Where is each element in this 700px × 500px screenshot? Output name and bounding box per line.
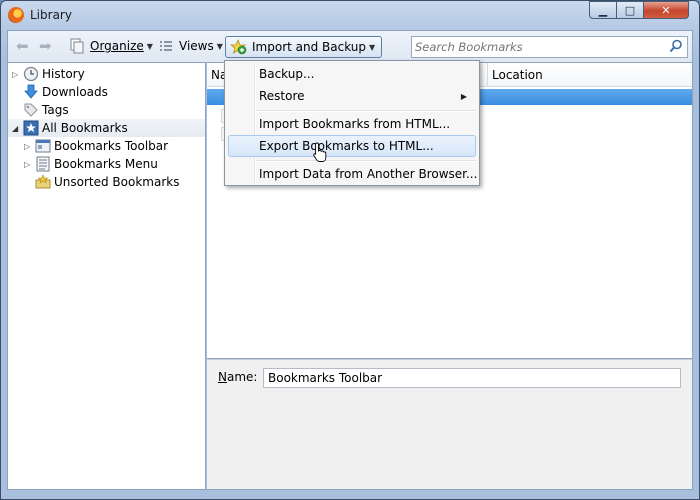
search-icon[interactable] — [669, 39, 683, 53]
forward-arrow-icon: ➡ — [39, 37, 52, 55]
import-dropdown-icon: ▼ — [369, 42, 376, 52]
import-and-backup-button[interactable]: Import and Backup ▼ — [225, 36, 383, 58]
menu-item-label: Restore — [259, 89, 305, 103]
menu-item-backup[interactable]: Backup... — [228, 63, 476, 85]
back-button[interactable]: ⬅ — [16, 31, 29, 61]
views-dropdown-icon: ▼ — [216, 41, 223, 51]
name-label-rest: ame: — [226, 370, 258, 384]
menu-item-export-bookmarks-html[interactable]: Export Bookmarks to HTML... — [228, 135, 476, 157]
bookmarks-toolbar-icon — [35, 139, 51, 153]
menu-item-label: Import Bookmarks from HTML... — [259, 117, 451, 131]
menu-item-label: Export Bookmarks to HTML... — [259, 139, 434, 153]
tree-item-label: All Bookmarks — [42, 121, 128, 135]
tree-item-all-bookmarks[interactable]: ◢ All Bookmarks — [8, 119, 205, 137]
tree-item-label: Bookmarks Toolbar — [54, 139, 169, 153]
import-and-backup-menu: Backup... Restore ▶ Import Bookmarks fro… — [224, 60, 480, 186]
tree-item-downloads[interactable]: Downloads — [8, 83, 205, 101]
expand-twisty-icon[interactable]: ▷ — [12, 70, 21, 79]
organize-pages-icon — [70, 38, 84, 54]
unsorted-bookmarks-icon — [35, 174, 51, 189]
tree-item-label: Unsorted Bookmarks — [54, 175, 180, 189]
expand-twisty-icon[interactable]: ▷ — [24, 160, 33, 169]
expand-twisty-icon[interactable]: ▷ — [24, 142, 33, 151]
library-toolbar: ⬅ ➡ Organize ▼ Views ▼ Import and Backup… — [7, 30, 693, 62]
views-list-icon — [160, 41, 172, 51]
tree-item-bookmarks-menu[interactable]: ▷ Bookmarks Menu — [8, 155, 205, 173]
search-box[interactable] — [411, 36, 688, 58]
tree-item-bookmarks-toolbar[interactable]: ▷ Bookmarks Toolbar — [8, 137, 205, 155]
menu-item-label: Import Data from Another Browser... — [259, 167, 478, 181]
maximize-button[interactable]: □ — [616, 1, 644, 19]
tree-item-label: Bookmarks Menu — [54, 157, 158, 171]
minimize-button[interactable]: ▁ — [589, 1, 617, 19]
menu-item-import-bookmarks-html[interactable]: Import Bookmarks from HTML... — [228, 113, 476, 135]
import-and-backup-label: Import and Backup — [252, 40, 367, 54]
tree-item-history[interactable]: ▷ History — [8, 65, 205, 83]
title-bar[interactable]: Library ▁ □ ✕ — [0, 0, 700, 30]
organize-menu-button[interactable]: Organize ▼ — [69, 31, 153, 61]
tree-item-label: Tags — [42, 103, 69, 117]
collapse-twisty-icon[interactable]: ◢ — [12, 124, 21, 133]
hand-pointer-cursor-icon — [313, 142, 327, 162]
menu-separator — [257, 160, 475, 162]
submenu-arrow-icon: ▶ — [460, 91, 467, 101]
window-title: Library — [30, 8, 72, 22]
column-header-location[interactable]: Location — [488, 63, 692, 87]
menu-separator — [257, 110, 475, 112]
organize-label: Organize — [90, 39, 144, 53]
name-field-label: Name: — [218, 370, 258, 384]
menu-item-restore[interactable]: Restore ▶ — [228, 85, 476, 107]
back-arrow-icon: ⬅ — [16, 37, 29, 55]
firefox-app-icon[interactable] — [8, 7, 24, 23]
close-button[interactable]: ✕ — [643, 1, 689, 19]
download-arrow-icon — [24, 84, 38, 99]
forward-button[interactable]: ➡ — [39, 31, 52, 61]
tag-icon — [24, 103, 38, 117]
tree-item-label: History — [42, 67, 85, 81]
organize-dropdown-icon: ▼ — [146, 41, 153, 51]
import-star-icon — [230, 39, 247, 55]
folder-tree[interactable]: ▷ History Downloads Tags ◢ All Bookmarks… — [7, 62, 206, 490]
details-pane: Name: — [207, 359, 693, 490]
name-field[interactable] — [263, 368, 681, 388]
views-label: Views — [179, 39, 214, 53]
search-input[interactable] — [415, 38, 663, 56]
tree-item-tags[interactable]: Tags — [8, 101, 205, 119]
tree-item-label: Downloads — [42, 85, 108, 99]
menu-item-import-from-browser[interactable]: Import Data from Another Browser... — [228, 163, 478, 185]
bookmarks-menu-icon — [36, 156, 50, 172]
views-menu-button[interactable]: Views ▼ — [158, 31, 223, 61]
tree-item-unsorted-bookmarks[interactable]: Unsorted Bookmarks — [8, 173, 205, 191]
history-clock-icon — [23, 66, 39, 82]
menu-item-label: Backup... — [259, 67, 315, 81]
bookmarks-star-icon — [23, 120, 39, 136]
